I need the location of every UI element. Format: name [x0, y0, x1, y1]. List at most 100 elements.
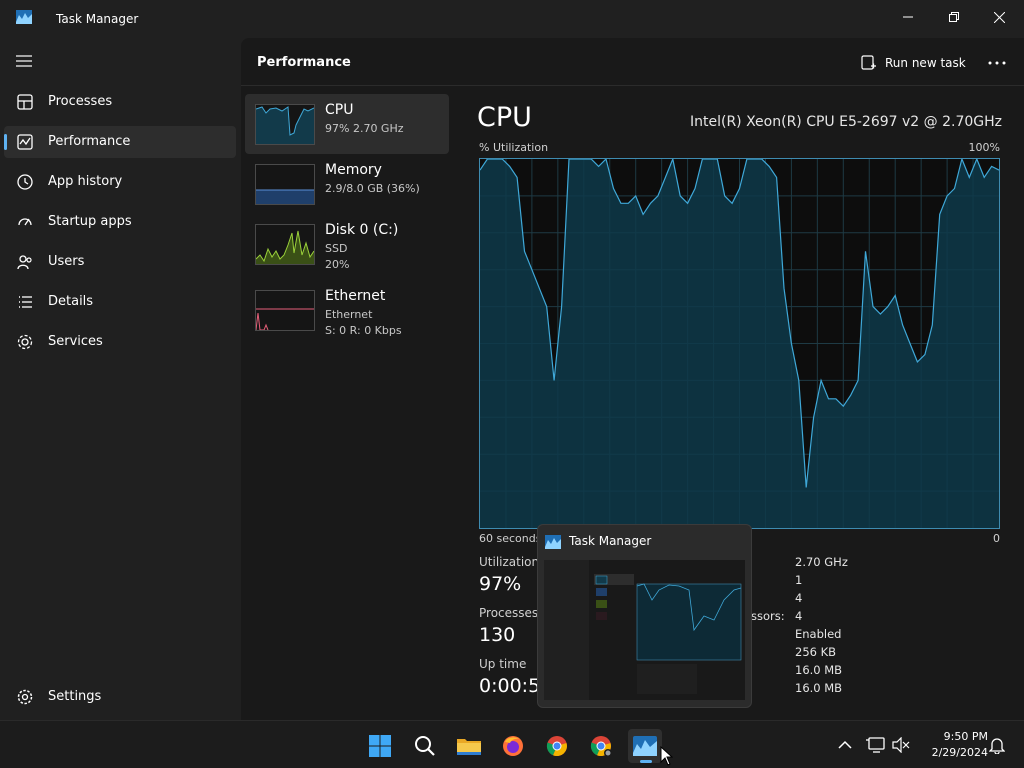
- sidebar-item-app-history[interactable]: App history: [4, 166, 236, 198]
- window-preview-thumbnail[interactable]: [544, 560, 745, 700]
- taskbar: 9:50 PM 2/29/2024: [0, 720, 1024, 768]
- perf-item-detail: 97% 2.70 GHz: [325, 122, 404, 135]
- sidebar: Processes Performance App history Startu…: [0, 38, 241, 720]
- active-app-indicator: [640, 760, 652, 763]
- minimize-button[interactable]: [885, 0, 931, 34]
- search-button[interactable]: [408, 729, 442, 763]
- minimize-icon: [903, 16, 913, 18]
- clock-time: 9:50 PM: [943, 730, 988, 743]
- memory-thumbnail: [255, 164, 315, 205]
- utilization-stat: Utilization 97%: [479, 555, 539, 595]
- sidebar-item-processes[interactable]: Processes: [4, 86, 236, 118]
- sidebar-item-services[interactable]: Services: [4, 326, 236, 358]
- utilization-value: 97%: [479, 573, 522, 595]
- perf-item-cpu[interactable]: CPU 97% 2.70 GHz: [245, 94, 449, 154]
- cpu-model-name: Intel(R) Xeon(R) CPU E5-2697 v2 @ 2.70GH…: [690, 114, 1002, 130]
- spec-value: 2.70 GHz: [795, 555, 848, 569]
- perf-item-name: Disk 0 (C:): [325, 222, 399, 238]
- run-task-icon: [861, 55, 876, 70]
- task-manager-app-icon: [545, 535, 561, 549]
- graph-time-label: 60 seconds: [479, 532, 542, 545]
- processes-icon: [17, 94, 33, 110]
- processes-value: 130: [479, 624, 516, 646]
- system-clock[interactable]: 9:50 PM 2/29/2024: [918, 729, 988, 761]
- task-manager-icon: [633, 736, 657, 756]
- volume-muted-icon: [892, 737, 910, 753]
- spec-value: 16.0 MB: [795, 663, 843, 677]
- detail-title: CPU: [477, 102, 532, 133]
- chrome-button[interactable]: [540, 729, 574, 763]
- sidebar-item-label: Users: [48, 254, 85, 269]
- perf-item-disk[interactable]: Disk 0 (C:) SSD 20%: [245, 214, 449, 274]
- run-new-task-button[interactable]: Run new task: [861, 52, 966, 74]
- ethernet-thumbnail: [255, 290, 315, 331]
- perf-item-name: Ethernet: [325, 288, 386, 304]
- gear-icon: [17, 689, 33, 705]
- spec-value: 4: [795, 591, 803, 605]
- close-icon: [993, 11, 1005, 23]
- perf-item-name: CPU: [325, 102, 354, 118]
- run-new-task-label: Run new task: [885, 56, 966, 70]
- spec-value: Enabled: [795, 627, 842, 641]
- active-indicator: [4, 134, 7, 150]
- restore-icon: [949, 12, 959, 22]
- sidebar-item-settings[interactable]: Settings: [4, 681, 236, 713]
- window-title: Task Manager: [56, 12, 139, 26]
- firefox-button[interactable]: [496, 729, 530, 763]
- taskbar-preview-popup[interactable]: Task Manager: [537, 524, 752, 708]
- perf-item-detail: 2.9/8.0 GB (36%): [325, 182, 420, 195]
- startup-apps-icon: [18, 218, 32, 226]
- details-icon: [19, 296, 32, 308]
- more-options-icon[interactable]: [985, 52, 1009, 74]
- chrome-icon: [546, 736, 567, 757]
- performance-icon: [17, 134, 33, 150]
- cpu-utilization-graph: [479, 156, 1000, 529]
- services-icon: [17, 334, 33, 350]
- content-header: Performance Run new task: [241, 38, 1024, 86]
- sidebar-item-details[interactable]: Details: [4, 286, 236, 318]
- cpu-specs: 2.70 GHz 1 4 4 Enabled 256 KB 16.0 MB 16…: [795, 555, 848, 699]
- notifications-button[interactable]: [985, 733, 1009, 757]
- firefox-icon: [503, 736, 523, 756]
- mouse-cursor-icon: [660, 746, 673, 766]
- close-button[interactable]: [976, 0, 1022, 34]
- perf-item-detail-2: S: 0 R: 0 Kbps: [325, 324, 402, 337]
- spec-value: 4: [795, 609, 803, 623]
- app-history-icon: [17, 174, 33, 190]
- sidebar-item-label: Processes: [48, 94, 113, 109]
- sidebar-item-label: Settings: [48, 689, 102, 704]
- perf-item-memory[interactable]: Memory 2.9/8.0 GB (36%): [245, 154, 449, 214]
- start-button[interactable]: [363, 729, 397, 763]
- title-bar: Task Manager: [0, 0, 1024, 38]
- sidebar-item-startup-apps[interactable]: Startup apps: [4, 206, 236, 238]
- file-explorer-button[interactable]: [452, 729, 486, 763]
- task-manager-app-icon: [16, 10, 32, 24]
- chevron-up-icon: [838, 740, 852, 749]
- graph-max-label: 100%: [968, 141, 1000, 154]
- processes-label: Processes: [479, 606, 539, 620]
- network-status-button[interactable]: [864, 733, 888, 757]
- cpu-thumbnail: [255, 104, 315, 145]
- hamburger-menu-icon[interactable]: [14, 52, 34, 68]
- perf-item-name: Memory: [325, 162, 382, 178]
- graph-y-label: % Utilization: [479, 141, 549, 154]
- sidebar-item-label: App history: [48, 174, 123, 189]
- volume-button[interactable]: [889, 733, 913, 757]
- utilization-label: Utilization: [479, 555, 540, 569]
- file-explorer-icon: [457, 739, 481, 755]
- show-hidden-icons-button[interactable]: [833, 733, 857, 757]
- sidebar-item-users[interactable]: Users: [4, 246, 236, 278]
- bell-icon: [989, 738, 1005, 754]
- spec-value: 16.0 MB: [795, 681, 843, 695]
- performance-list: CPU 97% 2.70 GHz Memory 2.9/8.0 GB (36%)…: [241, 86, 455, 720]
- sidebar-item-label: Services: [48, 334, 103, 349]
- sidebar-item-label: Details: [48, 294, 94, 309]
- task-manager-taskbar-button[interactable]: [628, 729, 662, 763]
- chrome-alt-button[interactable]: [584, 729, 618, 763]
- preview-title: Task Manager: [569, 534, 652, 548]
- maximize-button[interactable]: [931, 0, 977, 34]
- graph-min-label: 0: [993, 532, 1000, 545]
- perf-item-detail-2: 20%: [325, 258, 350, 271]
- perf-item-ethernet[interactable]: Ethernet Ethernet S: 0 R: 0 Kbps: [245, 280, 449, 340]
- sidebar-item-performance[interactable]: Performance: [4, 126, 236, 158]
